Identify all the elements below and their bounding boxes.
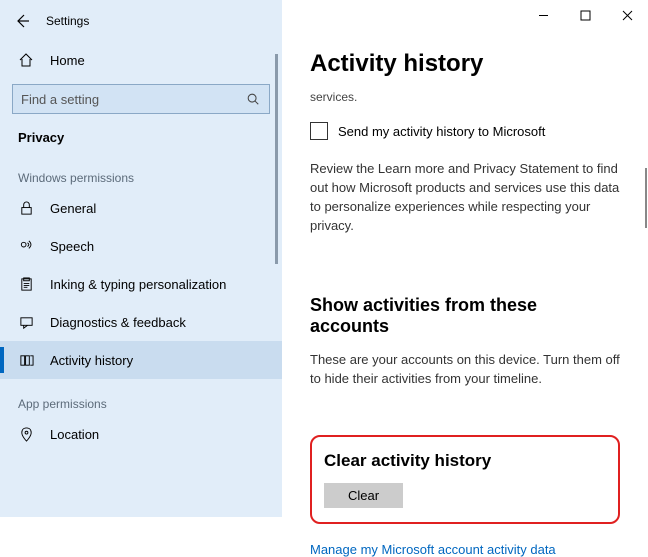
maximize-button[interactable] [564,0,606,30]
nav-location[interactable]: Location [0,415,282,453]
nav-speech-label: Speech [50,239,94,254]
nav-diagnostics-label: Diagnostics & feedback [50,315,186,330]
nav-speech[interactable]: Speech [0,227,282,265]
nav-activity-history[interactable]: Activity history [0,341,282,379]
location-icon [18,426,34,442]
cutoff-text: services. [310,90,620,104]
home-label: Home [50,53,85,68]
search-input[interactable] [12,84,270,114]
send-history-checkbox[interactable] [310,122,328,140]
nav-general-label: General [50,201,96,216]
section-app-permissions: App permissions [0,379,282,415]
nav-activity-label: Activity history [50,353,133,368]
nav-location-label: Location [50,427,99,442]
search-icon [245,91,261,107]
speech-icon [18,238,34,254]
clear-history-highlight: Clear activity history Clear [310,435,620,524]
clear-button[interactable]: Clear [324,483,403,508]
clipboard-icon [18,276,34,292]
privacy-paragraph: Review the Learn more and Privacy Statem… [310,160,620,235]
breadcrumb: Privacy [0,114,282,153]
feedback-icon [18,314,34,330]
home-icon [18,52,34,68]
nav-general[interactable]: General [0,189,282,227]
back-button[interactable] [8,7,36,35]
main-scrollbar[interactable] [645,168,647,228]
nav-inking[interactable]: Inking & typing personalization [0,265,282,303]
section-windows-permissions: Windows permissions [0,153,282,189]
window-title: Settings [46,14,89,28]
history-icon [18,352,34,368]
sidebar-scrollbar[interactable] [275,54,278,264]
search-field[interactable] [21,92,221,107]
nav-diagnostics[interactable]: Diagnostics & feedback [0,303,282,341]
accounts-paragraph: These are your accounts on this device. … [310,351,620,389]
minimize-button[interactable] [522,0,564,30]
manage-account-link[interactable]: Manage my Microsoft account activity dat… [310,542,620,557]
send-history-label: Send my activity history to Microsoft [338,124,545,139]
close-button[interactable] [606,0,648,30]
lock-icon [18,200,34,216]
nav-home[interactable]: Home [0,42,282,78]
accounts-heading: Show activities from these accounts [310,295,620,337]
nav-inking-label: Inking & typing personalization [50,277,226,292]
clear-heading: Clear activity history [318,451,604,471]
